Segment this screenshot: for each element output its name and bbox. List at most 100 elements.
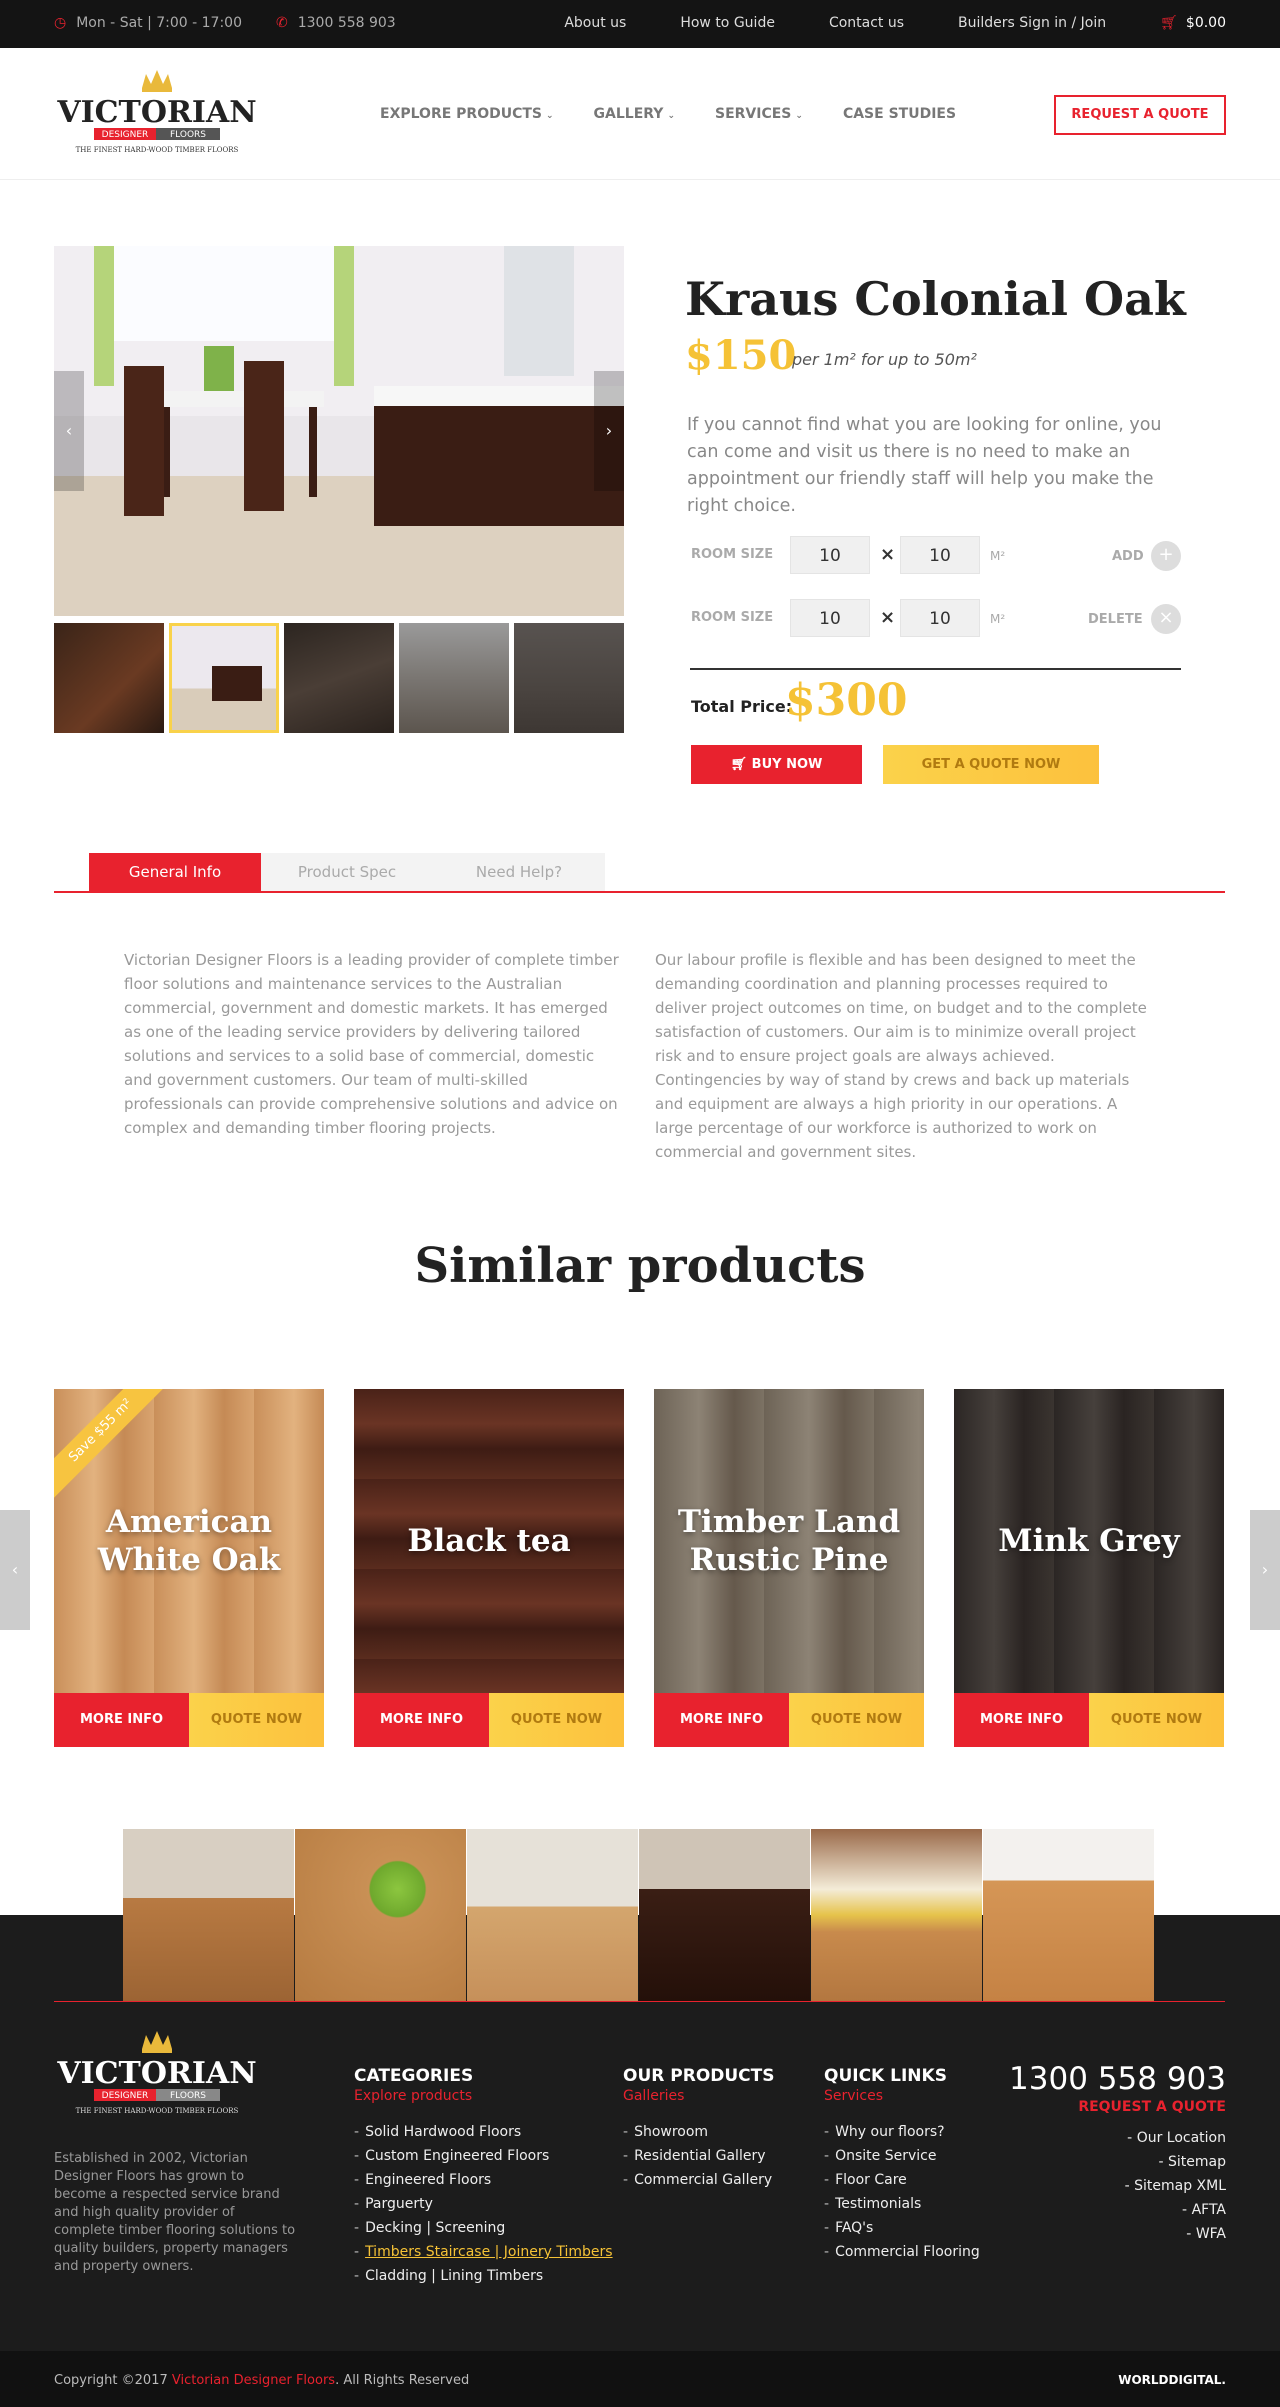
footer-subheading[interactable]: Explore products: [354, 2088, 613, 2104]
victorian-logo[interactable]: VICTORIAN DESIGNER FLOORS THE FINEST HAR…: [54, 70, 260, 160]
plus-icon[interactable]: +: [1151, 541, 1181, 571]
footer-link[interactable]: - Testimonials: [824, 2192, 980, 2216]
chevron-right-icon[interactable]: ›: [1250, 1510, 1280, 1630]
footer-divider: [54, 2001, 1225, 2002]
nav-explore-products[interactable]: EXPLORE PRODUCTS ⌄: [380, 106, 554, 122]
footer-subheading[interactable]: Galleries: [623, 2088, 775, 2104]
footer-link[interactable]: - Showroom: [623, 2120, 775, 2144]
total-label: Total Price:: [691, 697, 793, 716]
footer-heading: OUR PRODUCTS: [623, 2066, 775, 2086]
room-width-input[interactable]: 10: [790, 599, 870, 637]
footer-link[interactable]: - Our Location: [1125, 2126, 1226, 2150]
footer-link[interactable]: - Commercial Flooring: [824, 2240, 980, 2264]
nav-case-studies[interactable]: CASE STUDIES: [843, 106, 956, 122]
footer-link[interactable]: - Decking | Screening: [354, 2216, 613, 2240]
gallery-image[interactable]: [295, 1829, 466, 2001]
chevron-down-icon: ⌄: [667, 111, 675, 121]
total-price: $300: [785, 675, 908, 726]
thumbnail-strip: [54, 623, 624, 733]
thumbnail[interactable]: [284, 623, 394, 733]
clock-icon: ◷: [54, 15, 67, 31]
footer-link[interactable]: - Residential Gallery: [623, 2144, 775, 2168]
more-info-button[interactable]: MORE INFO: [954, 1693, 1089, 1747]
more-info-button[interactable]: MORE INFO: [54, 1693, 189, 1747]
quote-now-button[interactable]: QUOTE NOW: [789, 1693, 924, 1747]
room-size-label: ROOM SIZE: [691, 610, 774, 625]
footer-link[interactable]: - Why our floors?: [824, 2120, 980, 2144]
footer-link[interactable]: - Parguerty: [354, 2192, 613, 2216]
tab-need-help[interactable]: Need Help?: [433, 853, 605, 891]
footer-link[interactable]: - Sitemap: [1125, 2150, 1227, 2174]
svg-text:FLOORS: FLOORS: [170, 2091, 206, 2101]
footer-request-quote[interactable]: REQUEST A QUOTE: [1078, 2099, 1226, 2115]
get-quote-button[interactable]: GET A QUOTE NOW: [883, 745, 1099, 784]
footer-link[interactable]: - Engineered Floors: [354, 2168, 613, 2192]
tab-product-spec[interactable]: Product Spec: [261, 853, 433, 891]
gallery-image[interactable]: [811, 1829, 982, 2001]
gallery-image[interactable]: [467, 1829, 638, 2001]
footer-link[interactable]: - FAQ's: [824, 2216, 980, 2240]
room-length-input[interactable]: 10: [900, 599, 980, 637]
bottom-bar: Copyright ©2017 Victorian Designer Floor…: [0, 2351, 1280, 2407]
svg-text:THE FINEST HARD-WOOD TIMBER FL: THE FINEST HARD-WOOD TIMBER FLOORS: [76, 2107, 239, 2115]
gallery-image[interactable]: [123, 1829, 294, 2001]
footer-link[interactable]: - Cladding | Lining Timbers: [354, 2264, 613, 2288]
footer-categories: CATEGORIES Explore products - Solid Hardw…: [354, 2066, 613, 2288]
close-icon[interactable]: ×: [1151, 604, 1181, 634]
card-title: American White Oak: [97, 1504, 281, 1578]
cart-link[interactable]: 🛒︎ $0.00: [1160, 15, 1226, 31]
worlddigital-credit[interactable]: WORLDDIGITAL.: [1118, 2373, 1226, 2387]
svg-text:FLOORS: FLOORS: [170, 130, 206, 140]
footer-link[interactable]: - Onsite Service: [824, 2144, 980, 2168]
request-quote-button[interactable]: REQUEST A QUOTE: [1054, 95, 1226, 135]
chevron-right-icon[interactable]: ›: [594, 371, 624, 491]
more-info-button[interactable]: MORE INFO: [654, 1693, 789, 1747]
footer-link[interactable]: - Solid Hardwood Floors: [354, 2120, 613, 2144]
gallery-image[interactable]: [983, 1829, 1154, 2001]
victorian-logo[interactable]: VICTORIAN DESIGNER FLOORS THE FINEST HAR…: [54, 2031, 260, 2121]
buy-now-button[interactable]: 🛒︎ BUY NOW: [691, 745, 862, 784]
product-card: Timber Land Rustic Pine MORE INFO QUOTE …: [654, 1389, 924, 1747]
tab-general-info[interactable]: General Info: [89, 853, 261, 891]
phone-info[interactable]: ✆ 1300 558 903: [276, 15, 396, 31]
room-length-input[interactable]: 10: [900, 536, 980, 574]
price-unit: per 1m² for up to 50m²: [792, 350, 977, 369]
copyright-brand-link[interactable]: Victorian Designer Floors: [172, 2373, 335, 2388]
link-builders-sign-in[interactable]: Builders Sign in / Join: [958, 15, 1106, 31]
gallery-image[interactable]: [639, 1829, 810, 2001]
quote-now-button[interactable]: QUOTE NOW: [189, 1693, 324, 1747]
more-info-button[interactable]: MORE INFO: [354, 1693, 489, 1747]
thumbnail[interactable]: [399, 623, 509, 733]
thumbnail-active[interactable]: [169, 623, 279, 733]
cart-icon: 🛒︎: [1160, 15, 1178, 31]
card-title: Mink Grey: [998, 1523, 1180, 1559]
thumbnail[interactable]: [54, 623, 164, 733]
quote-now-button[interactable]: QUOTE NOW: [489, 1693, 624, 1747]
footer-phone[interactable]: 1300 558 903: [1009, 2061, 1226, 2097]
quote-now-button[interactable]: QUOTE NOW: [1089, 1693, 1224, 1747]
delete-label[interactable]: DELETE: [1088, 612, 1143, 627]
chevron-down-icon: ⌄: [795, 111, 803, 121]
footer-link[interactable]: - Sitemap XML: [1125, 2174, 1226, 2198]
kitchen-photo: [54, 246, 624, 616]
footer-link[interactable]: - Commercial Gallery: [623, 2168, 775, 2192]
link-contact-us[interactable]: Contact us: [829, 15, 904, 31]
product-card: Black tea MORE INFO QUOTE NOW: [354, 1389, 624, 1747]
svg-text:VICTORIAN: VICTORIAN: [56, 2056, 256, 2091]
add-label[interactable]: ADD: [1112, 549, 1144, 564]
footer-link[interactable]: - Floor Care: [824, 2168, 980, 2192]
footer-link-active[interactable]: - Timbers Staircase | Joinery Timbers: [354, 2240, 613, 2264]
svg-text:THE FINEST HARD-WOOD TIMBER FL: THE FINEST HARD-WOOD TIMBER FLOORS: [76, 146, 239, 154]
footer-link[interactable]: - WFA: [1125, 2222, 1226, 2246]
nav-gallery[interactable]: GALLERY ⌄: [594, 106, 675, 122]
footer-subheading[interactable]: Services: [824, 2088, 980, 2104]
footer-link[interactable]: - AFTA: [1125, 2198, 1226, 2222]
chevron-left-icon[interactable]: ‹: [0, 1510, 30, 1630]
footer-link[interactable]: - Custom Engineered Floors: [354, 2144, 613, 2168]
room-width-input[interactable]: 10: [790, 536, 870, 574]
chevron-left-icon[interactable]: ‹: [54, 371, 84, 491]
link-how-to-guide[interactable]: How to Guide: [680, 15, 775, 31]
link-about-us[interactable]: About us: [564, 15, 626, 31]
nav-services[interactable]: SERVICES ⌄: [715, 106, 803, 122]
thumbnail[interactable]: [514, 623, 624, 733]
